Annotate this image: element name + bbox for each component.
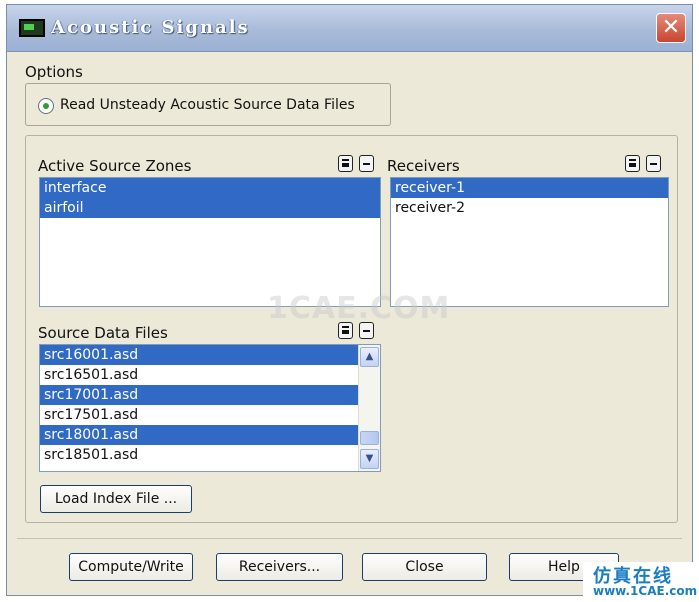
receivers-label: Receivers [387, 157, 460, 175]
list-item[interactable]: src17001.asd [40, 385, 358, 405]
list-item[interactable]: interface [40, 178, 380, 198]
source-data-files-list[interactable]: src16001.asd src16501.asd src17001.asd s… [39, 344, 381, 472]
receivers-button[interactable]: Receivers... [216, 553, 343, 581]
scroll-thumb[interactable] [360, 431, 379, 445]
select-all-icon[interactable] [338, 155, 353, 172]
receivers-list[interactable]: receiver-1 receiver-2 [390, 177, 669, 307]
site-badge: 仿真在线 www.1CAE.com [583, 562, 699, 602]
options-label: Options [25, 63, 83, 81]
read-unsteady-radio-label[interactable]: Read Unsteady Acoustic Source Data Files [60, 97, 355, 113]
read-unsteady-radio[interactable] [38, 98, 54, 114]
list-item[interactable]: receiver-1 [391, 178, 668, 198]
window-title: Acoustic Signals [51, 17, 250, 38]
site-badge-url: www.1CAE.com [593, 584, 698, 598]
deselect-all-icon[interactable] [359, 155, 374, 172]
active-source-zones-list[interactable]: interface airfoil [39, 177, 381, 307]
list-item[interactable]: src18501.asd [40, 445, 358, 465]
scroll-up-icon[interactable]: ▲ [360, 347, 379, 367]
watermark: 1CAE.COM [267, 291, 451, 326]
close-button[interactable]: Close [362, 553, 487, 581]
close-window-button[interactable]: ✕ [656, 13, 686, 43]
list-item[interactable]: src18001.asd [40, 425, 358, 445]
options-group: Read Unsteady Acoustic Source Data Files [25, 83, 391, 126]
scroll-down-icon[interactable]: ▼ [360, 449, 379, 469]
application-icon [19, 19, 45, 37]
active-source-zones-label: Active Source Zones [38, 157, 192, 175]
source-data-files-label: Source Data Files [38, 324, 168, 342]
list-item[interactable]: airfoil [40, 198, 380, 218]
list-item[interactable]: receiver-2 [391, 198, 668, 218]
list-item[interactable]: src17501.asd [40, 405, 358, 425]
list-item[interactable]: src16501.asd [40, 365, 358, 385]
acoustic-signals-dialog: Acoustic Signals ✕ Options Read Unsteady… [6, 4, 693, 596]
load-index-file-button[interactable]: Load Index File ... [40, 485, 192, 513]
sources-receivers-group: Active Source Zones interface airfoil Re… [25, 135, 678, 523]
separator [17, 538, 682, 539]
compute-write-button[interactable]: Compute/Write [69, 553, 193, 581]
radio-selected-dot [43, 103, 49, 109]
deselect-all-icon[interactable] [646, 155, 661, 172]
source-files-scrollbar[interactable]: ▲ ▼ [358, 345, 380, 471]
select-all-icon[interactable] [625, 155, 640, 172]
title-bar: Acoustic Signals ✕ [7, 5, 692, 52]
list-item[interactable]: src16001.asd [40, 345, 358, 365]
